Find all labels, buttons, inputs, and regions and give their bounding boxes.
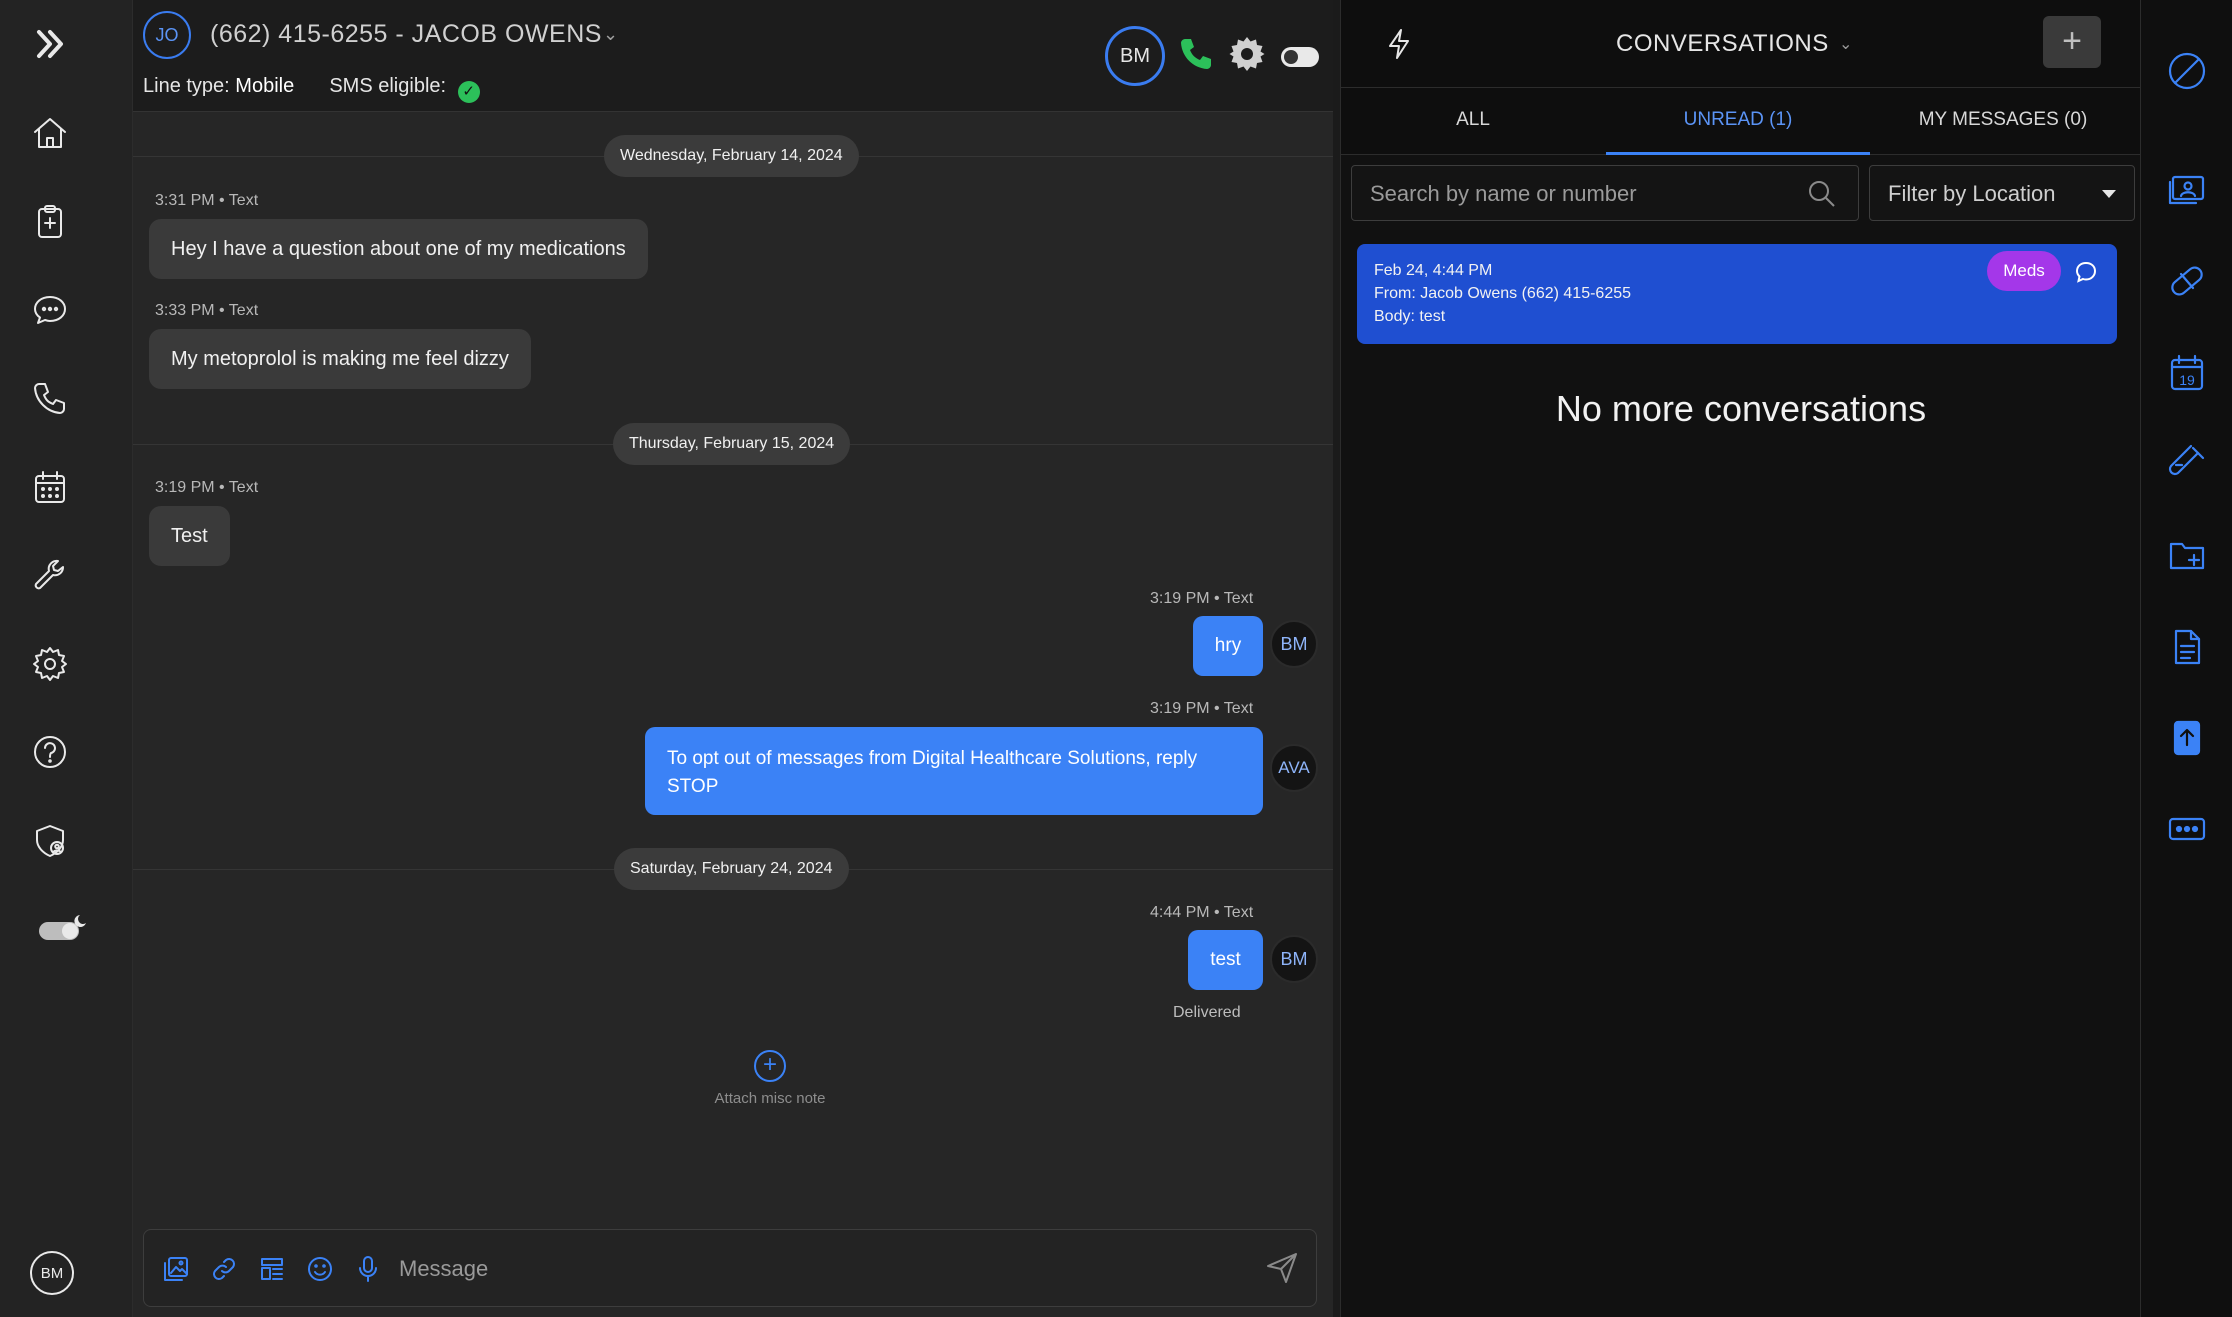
settings-gear-icon[interactable] bbox=[1227, 34, 1267, 74]
incoming-message: My metoprolol is making me feel dizzy bbox=[149, 329, 531, 389]
link-icon[interactable] bbox=[206, 1251, 242, 1287]
clipboard-icon[interactable] bbox=[26, 197, 74, 245]
date-separator: Thursday, February 15, 2024 bbox=[613, 423, 851, 465]
template-icon[interactable] bbox=[254, 1251, 290, 1287]
sms-eligible-label: SMS eligible: bbox=[329, 75, 447, 97]
help-icon[interactable] bbox=[26, 728, 74, 776]
new-conversation-button[interactable]: + bbox=[2043, 16, 2101, 68]
expand-icon[interactable] bbox=[26, 20, 74, 68]
calendar-icon[interactable] bbox=[26, 463, 74, 511]
line-info: Line type: Mobile SMS eligible: ✓ bbox=[143, 75, 480, 103]
tab-my-messages[interactable]: MY MESSAGES (0) bbox=[1871, 88, 2135, 155]
message-meta: 3:19 PM • Text bbox=[1150, 700, 1254, 717]
send-icon[interactable] bbox=[1264, 1250, 1300, 1286]
conversations-panel: CONVERSATIONS ⌄ + ALL UNREAD (1) MY MESS… bbox=[1340, 0, 2141, 1317]
line-type-label: Line type: bbox=[143, 75, 230, 97]
home-icon[interactable] bbox=[26, 109, 74, 157]
message-meta: 3:19 PM • Text bbox=[155, 479, 259, 496]
delivery-status: Delivered bbox=[1173, 1004, 1241, 1021]
shield-user-icon[interactable] bbox=[26, 817, 74, 865]
card-from: From: Jacob Owens (662) 415-6255 bbox=[1374, 285, 1632, 302]
calendar-day-label: 19 bbox=[2179, 372, 2195, 388]
gear-icon[interactable] bbox=[26, 640, 74, 688]
pill-icon[interactable] bbox=[2163, 257, 2211, 305]
emoji-icon[interactable] bbox=[302, 1251, 338, 1287]
block-icon[interactable] bbox=[2163, 47, 2211, 95]
message-meta: 3:19 PM • Text bbox=[1150, 590, 1254, 607]
call-icon[interactable] bbox=[1176, 34, 1216, 74]
outgoing-message: test bbox=[1188, 930, 1263, 990]
search-box bbox=[1351, 165, 1859, 221]
incoming-message: Test bbox=[149, 506, 230, 566]
attach-misc-note[interactable]: + Attach misc note bbox=[673, 1050, 867, 1107]
message-meta: 3:33 PM • Text bbox=[155, 302, 259, 319]
upload-icon[interactable] bbox=[2163, 714, 2211, 762]
conversation-tabs: ALL UNREAD (1) MY MESSAGES (0) bbox=[1341, 88, 2141, 155]
chat-bubble-icon[interactable] bbox=[2074, 260, 2098, 284]
contact-title[interactable]: (662) 415-6255 - JACOB OWENS bbox=[210, 20, 602, 49]
chat-icon[interactable] bbox=[26, 286, 74, 334]
availability-toggle[interactable] bbox=[1281, 47, 1319, 67]
folder-add-icon[interactable] bbox=[2163, 531, 2211, 579]
incoming-message: Hey I have a question about one of my me… bbox=[149, 219, 648, 279]
conversations-header: CONVERSATIONS ⌄ + bbox=[1341, 0, 2141, 88]
right-rail: 19 bbox=[2140, 0, 2232, 1317]
left-nav: BM bbox=[0, 0, 133, 1317]
image-icon[interactable] bbox=[158, 1251, 194, 1287]
wrench-icon[interactable] bbox=[26, 551, 74, 599]
attach-misc-note-label: Attach misc note bbox=[714, 1090, 826, 1107]
message-avatar: BM bbox=[1270, 620, 1318, 668]
check-circle-icon: ✓ bbox=[457, 81, 480, 103]
phone-icon[interactable] bbox=[26, 374, 74, 422]
app-root: BM JO (662) 415-6255 - JACOB OWENS ⌄ Lin… bbox=[0, 0, 2232, 1317]
chat-header: JO (662) 415-6255 - JACOB OWENS ⌄ Line t… bbox=[133, 0, 1333, 112]
tab-all[interactable]: ALL bbox=[1341, 88, 1605, 155]
line-type-value: Mobile bbox=[235, 75, 295, 97]
message-avatar: AVA bbox=[1270, 744, 1318, 792]
outgoing-message: To opt out of messages from Digital Heal… bbox=[645, 727, 1263, 815]
calendar-19-icon[interactable]: 19 bbox=[2163, 349, 2211, 397]
search-icon[interactable] bbox=[1806, 178, 1838, 210]
caret-down-icon bbox=[2102, 190, 2116, 198]
card-body: Body: test bbox=[1374, 308, 1446, 325]
document-icon[interactable] bbox=[2163, 623, 2211, 671]
screen-user-icon[interactable] bbox=[2163, 166, 2211, 214]
message-meta: 4:44 PM • Text bbox=[1150, 904, 1254, 921]
conversations-title[interactable]: CONVERSATIONS bbox=[1616, 30, 1829, 58]
empty-state-text: No more conversations bbox=[1555, 388, 1927, 429]
test-tube-icon[interactable] bbox=[2163, 440, 2211, 488]
agent-avatar[interactable]: BM bbox=[1105, 26, 1165, 86]
microphone-icon[interactable] bbox=[350, 1251, 386, 1287]
date-separator: Wednesday, February 14, 2024 bbox=[604, 135, 859, 177]
chevron-down-icon[interactable]: ⌄ bbox=[603, 24, 618, 45]
tab-unread[interactable]: UNREAD (1) bbox=[1606, 88, 1870, 155]
outgoing-message: hry bbox=[1193, 616, 1263, 676]
more-icon[interactable] bbox=[2163, 805, 2211, 853]
message-input[interactable] bbox=[399, 1250, 1239, 1288]
message-avatar: BM bbox=[1270, 935, 1318, 983]
chevron-down-icon[interactable]: ⌄ bbox=[1839, 34, 1852, 54]
contact-avatar: JO bbox=[143, 11, 191, 59]
location-filter-label: Filter by Location bbox=[1888, 181, 2056, 206]
plus-circle-icon[interactable]: + bbox=[754, 1050, 786, 1082]
message-meta: 3:31 PM • Text bbox=[155, 192, 259, 209]
bolt-icon[interactable] bbox=[1381, 26, 1417, 62]
user-avatar[interactable]: BM bbox=[30, 1251, 74, 1295]
search-input[interactable] bbox=[1370, 178, 1790, 210]
date-separator: Saturday, February 24, 2024 bbox=[614, 848, 849, 890]
chat-panel: JO (662) 415-6255 - JACOB OWENS ⌄ Line t… bbox=[133, 0, 1333, 1317]
message-composer bbox=[143, 1229, 1317, 1307]
location-filter[interactable]: Filter by Location bbox=[1869, 165, 2135, 221]
tag-badge[interactable]: Meds bbox=[1987, 251, 2061, 291]
conversation-card[interactable]: Feb 24, 4:44 PM From: Jacob Owens (662) … bbox=[1357, 244, 2117, 344]
dark-mode-toggle-icon[interactable] bbox=[32, 905, 92, 953]
card-date: Feb 24, 4:44 PM bbox=[1374, 262, 1493, 279]
